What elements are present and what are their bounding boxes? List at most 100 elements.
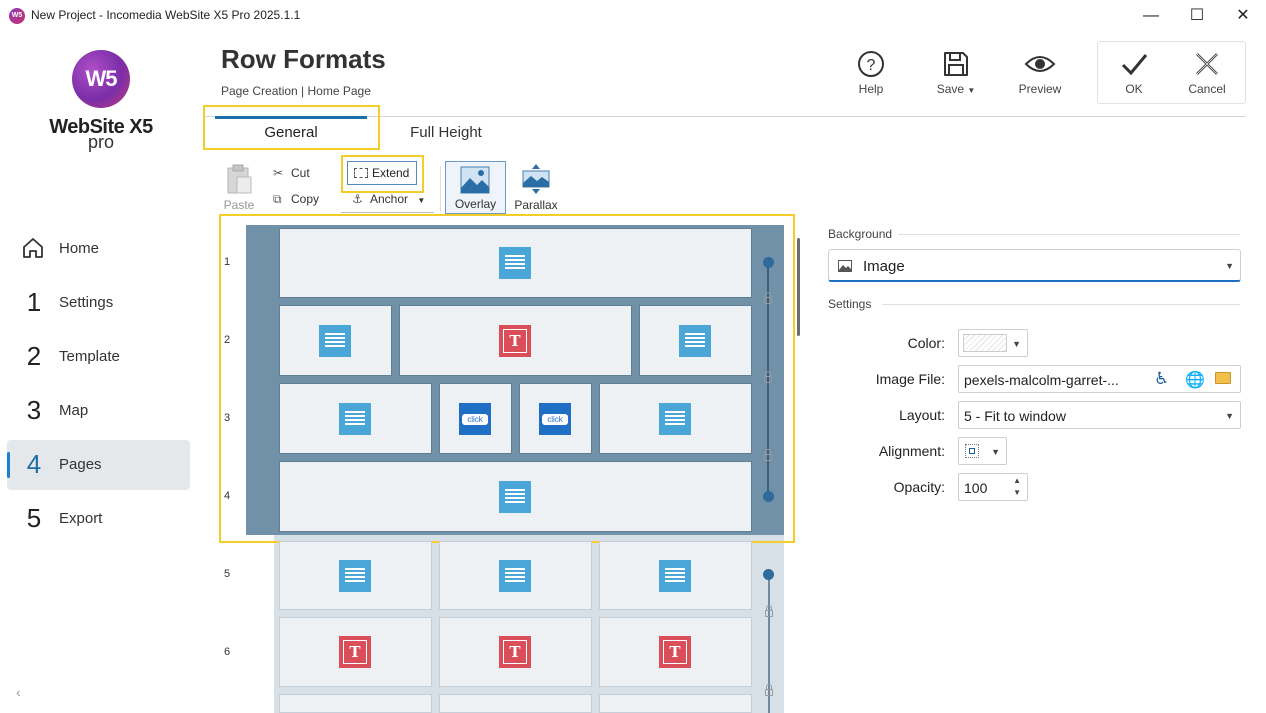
grid-cell[interactable] <box>439 541 592 610</box>
grid-cell[interactable]: click <box>439 383 512 454</box>
parallax-button[interactable]: Parallax <box>513 163 559 212</box>
anchor-icon: ⚓ <box>352 192 363 206</box>
overlay-label: Overlay <box>454 197 497 211</box>
color-picker[interactable]: ▼ <box>958 329 1028 357</box>
layout-select[interactable]: 5 - Fit to window ▼ <box>958 401 1241 429</box>
save-dropdown-icon[interactable]: ▼ <box>967 86 975 95</box>
grid-cell[interactable]: T <box>599 617 752 687</box>
row-number: 6 <box>224 646 231 658</box>
save-button[interactable]: Save ▼ <box>926 48 986 96</box>
nav-label-template: Template <box>59 348 120 365</box>
extend-icon <box>354 168 368 178</box>
nav-num-pages: 4 <box>26 449 42 479</box>
grid-cell[interactable]: T <box>439 617 592 687</box>
paste-label: Paste <box>223 198 255 212</box>
title-object-icon: T <box>499 325 531 357</box>
opacity-stepper[interactable]: 100 ▲ ▼ <box>958 473 1028 501</box>
help-button[interactable]: ? Help <box>841 48 901 96</box>
chevron-down-icon: ▼ <box>1225 261 1234 271</box>
lock-icon[interactable] <box>765 605 773 617</box>
align-center-dot <box>969 448 975 454</box>
extend-label: Extend <box>372 166 410 180</box>
maximize-button[interactable]: ☐ <box>1174 0 1220 32</box>
text-object-icon <box>679 325 711 357</box>
background-value: Image <box>863 258 905 275</box>
grid-cell[interactable] <box>279 383 432 454</box>
grid-cell[interactable]: T <box>399 305 632 376</box>
grid-cell[interactable] <box>279 305 392 376</box>
nav-item-home[interactable]: Home <box>7 224 190 274</box>
folder-icon[interactable] <box>1215 372 1231 384</box>
increment-icon[interactable]: ▲ <box>1013 476 1021 485</box>
tab-general[interactable]: General <box>205 116 377 148</box>
grid-cell[interactable]: click <box>519 383 592 454</box>
nav-item-pages[interactable]: 4 Pages <box>7 440 190 490</box>
grid-cell[interactable] <box>279 228 752 298</box>
nav-num-map: 3 <box>26 395 42 425</box>
nav-item-export[interactable]: 5 Export <box>7 494 190 544</box>
grid-scrollbar[interactable] <box>797 238 800 336</box>
title-object-icon: T <box>339 636 371 668</box>
paste-icon <box>227 164 252 194</box>
nav-num-template: 2 <box>26 341 42 371</box>
extend-button[interactable]: Extend <box>347 161 417 185</box>
tab-full-height[interactable]: Full Height <box>390 116 502 148</box>
overlay-button[interactable]: Overlay <box>445 161 506 214</box>
row-number: 4 <box>224 490 231 502</box>
anchor-button[interactable]: ⚓ Anchor ▼ <box>352 192 425 206</box>
decrement-icon[interactable]: ▼ <box>1013 488 1021 497</box>
background-select[interactable]: Image ▼ <box>828 249 1241 282</box>
globe-icon[interactable]: 🌐 <box>1185 370 1205 390</box>
chevron-down-icon: ▼ <box>1225 411 1234 421</box>
row-group-handle[interactable] <box>763 569 774 580</box>
grid-cell[interactable] <box>439 694 592 713</box>
nav-item-map[interactable]: 3 Map <box>7 386 190 436</box>
collapse-sidebar-icon[interactable]: ‹ <box>16 684 21 700</box>
cancel-button[interactable]: Cancel <box>1177 48 1237 96</box>
grid-cell[interactable]: T <box>279 617 432 687</box>
ribbon-divider <box>341 212 434 213</box>
row-group-handle[interactable] <box>763 491 774 502</box>
grid-cell[interactable] <box>599 694 752 713</box>
copy-icon: ⧉ <box>273 192 282 206</box>
nav-item-template[interactable]: 2 Template <box>7 332 190 382</box>
alignment-label: Alignment: <box>878 443 945 459</box>
color-swatch <box>963 334 1007 352</box>
paste-button[interactable]: Paste <box>221 163 257 212</box>
alignment-select[interactable]: ▼ <box>958 437 1007 465</box>
logo: W5 <box>72 50 130 108</box>
lock-icon[interactable] <box>765 684 773 696</box>
grid-cell[interactable] <box>279 541 432 610</box>
grid-cell[interactable] <box>279 694 432 713</box>
close-window-button[interactable]: ✕ <box>1220 0 1266 32</box>
grid-cell[interactable] <box>599 383 752 454</box>
nav-label-pages: Pages <box>59 456 102 473</box>
eye-icon <box>1024 56 1056 72</box>
text-object-icon <box>499 481 531 513</box>
accessibility-icon[interactable]: ♿ <box>1154 369 1169 389</box>
cut-button[interactable]: ✂ Cut <box>273 166 310 180</box>
color-label: Color: <box>907 335 945 351</box>
nav-label-map: Map <box>59 402 89 419</box>
row-group-handle[interactable] <box>763 257 774 268</box>
copy-button[interactable]: ⧉ Copy <box>273 192 319 207</box>
preview-button[interactable]: Preview <box>1010 48 1070 96</box>
lock-icon[interactable] <box>764 449 772 461</box>
image-file-field[interactable]: pexels-malcolm-garret-... ♿ 🌐 <box>958 365 1241 393</box>
lock-icon[interactable] <box>764 371 772 383</box>
text-object-icon <box>659 403 691 435</box>
ok-label: OK <box>1125 82 1143 96</box>
grid-cell[interactable] <box>279 461 752 532</box>
ok-button[interactable]: OK <box>1104 48 1164 96</box>
grid-cell[interactable] <box>599 541 752 610</box>
text-object-icon <box>319 325 351 357</box>
cut-label: Cut <box>291 166 310 180</box>
grid-cell[interactable] <box>639 305 752 376</box>
sidebar: W5 WebSite X5 pro Home 1 Settings 2 Temp… <box>0 32 200 713</box>
image-file-label: Image File: <box>875 371 945 387</box>
lock-icon[interactable] <box>764 292 772 304</box>
save-icon <box>944 52 968 76</box>
row-number: 5 <box>224 568 231 580</box>
minimize-button[interactable]: — <box>1128 0 1174 32</box>
nav-item-settings[interactable]: 1 Settings <box>7 278 190 328</box>
